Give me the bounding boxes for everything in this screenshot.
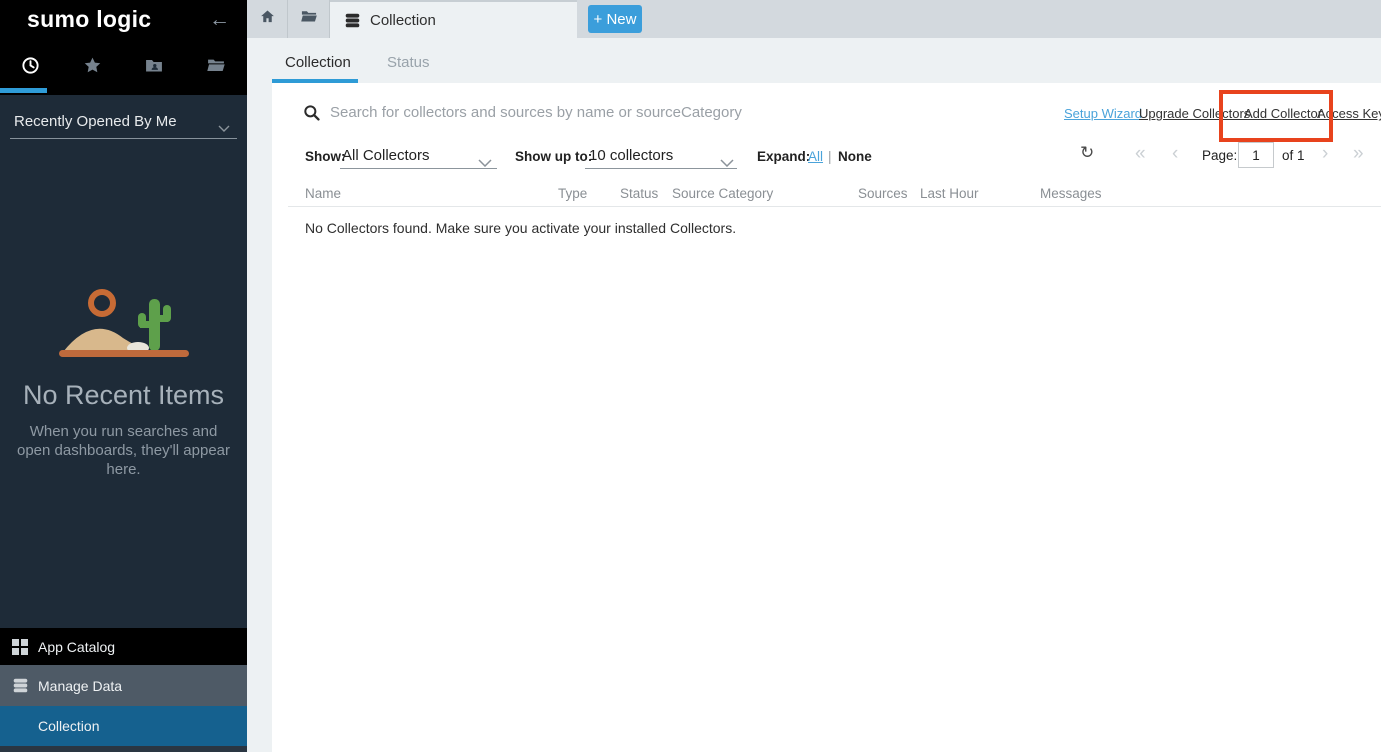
ground-line — [59, 350, 189, 357]
open-folder-icon — [300, 8, 318, 30]
sidebar-tab-recent[interactable] — [0, 52, 62, 84]
sidebar-tab-shared-content[interactable] — [124, 52, 186, 84]
column-header-last-hour[interactable]: Last Hour — [920, 186, 979, 201]
sidebar: sumo logic ← — [0, 0, 247, 752]
column-header-sources[interactable]: Sources — [858, 186, 908, 201]
expand-all-link[interactable]: All — [808, 149, 823, 164]
recent-section-label: Recently Opened By Me — [14, 113, 177, 130]
show-label: Show: — [305, 149, 346, 164]
show-up-to-label: Show up to: — [515, 149, 592, 164]
collection-page: Setup Wizard Upgrade Collectors Add Coll… — [272, 83, 1381, 752]
sidebar-item-app-catalog[interactable]: App Catalog — [0, 628, 247, 665]
sidebar-item-label: Collection — [38, 718, 99, 734]
database-icon — [344, 12, 361, 29]
no-recent-items-title: No Recent Items — [0, 380, 247, 411]
clock-icon — [21, 56, 40, 80]
search-input[interactable] — [330, 97, 1050, 127]
upgrade-collectors-link[interactable]: Upgrade Collectors — [1139, 106, 1250, 121]
chevron-down-icon — [218, 119, 230, 137]
expand-label: Expand: — [757, 149, 810, 164]
last-page-icon[interactable]: » — [1353, 143, 1364, 165]
sidebar-item-collection[interactable]: Collection — [0, 706, 247, 746]
library-tab-button[interactable] — [288, 0, 330, 38]
column-header-source-category[interactable]: Source Category — [672, 186, 773, 201]
page-number-input[interactable] — [1238, 142, 1274, 168]
new-button[interactable]: + New — [588, 5, 642, 33]
divider: | — [828, 149, 832, 164]
sidebar-item-label: Manage Data — [38, 678, 122, 694]
home-icon — [259, 8, 276, 30]
refresh-icon[interactable]: ↻ — [1080, 143, 1094, 163]
prev-page-icon[interactable]: ‹ — [1172, 143, 1178, 165]
column-header-messages[interactable]: Messages — [1040, 186, 1102, 201]
show-dropdown[interactable]: All Collectors — [342, 147, 430, 164]
sidebar-tab-library[interactable] — [185, 52, 247, 84]
tab-collection[interactable]: Collection — [285, 54, 351, 71]
empty-table-message: No Collectors found. Make sure you activ… — [305, 220, 736, 236]
sun-icon — [91, 292, 113, 314]
page-count-label: of 1 — [1282, 148, 1305, 163]
dropdown-underline — [585, 168, 737, 169]
table-header-divider — [288, 206, 1381, 207]
access-keys-link[interactable]: Access Keys — [1317, 106, 1381, 121]
open-folder-icon — [206, 56, 226, 80]
home-tab-button[interactable] — [247, 0, 288, 38]
no-recent-items-subtitle: When you run searches and open dashboard… — [13, 422, 234, 479]
expand-none-link[interactable]: None — [838, 149, 872, 164]
sidebar-collapse-button[interactable]: ← — [209, 8, 230, 32]
top-tab-bar: Collection + New — [247, 0, 1381, 38]
sidebar-item-label: App Catalog — [38, 639, 115, 655]
page-label: Page: — [1202, 148, 1237, 163]
tab-status[interactable]: Status — [387, 54, 430, 71]
column-header-type[interactable]: Type — [558, 186, 587, 201]
sumo-logic-logo: sumo logic — [27, 6, 151, 33]
sidebar-nav-tabs — [0, 52, 247, 84]
desert-empty-illustration — [55, 288, 191, 367]
active-tab-indicator — [0, 88, 47, 93]
next-page-icon[interactable]: › — [1322, 143, 1328, 165]
chevron-down-icon[interactable] — [720, 154, 734, 172]
setup-wizard-link[interactable]: Setup Wizard — [1064, 106, 1142, 121]
section-divider — [10, 138, 237, 139]
column-header-name[interactable]: Name — [305, 186, 341, 201]
database-icon — [12, 677, 38, 694]
star-icon — [83, 56, 102, 80]
content-gutter — [247, 83, 272, 752]
chevron-down-icon[interactable] — [478, 154, 492, 172]
sidebar-bottom-strip — [0, 746, 247, 752]
sidebar-header: sumo logic ← — [0, 0, 247, 95]
show-up-to-dropdown[interactable]: 10 collectors — [589, 147, 673, 164]
search-icon — [303, 104, 320, 126]
first-page-icon[interactable]: « — [1135, 143, 1146, 165]
sidebar-item-manage-data[interactable]: Manage Data — [0, 665, 247, 706]
dropdown-underline — [340, 168, 497, 169]
subtab-strip: Collection Status — [247, 38, 1381, 83]
sidebar-tab-favorites[interactable] — [62, 52, 124, 84]
grid-icon — [12, 639, 38, 655]
column-header-status[interactable]: Status — [620, 186, 658, 201]
tab-label: Collection — [370, 12, 436, 29]
recent-section-header[interactable]: Recently Opened By Me — [0, 100, 247, 140]
add-collector-link[interactable]: Add Collector — [1244, 106, 1322, 121]
collection-window-tab[interactable]: Collection — [330, 0, 577, 38]
folder-person-icon — [144, 56, 164, 80]
